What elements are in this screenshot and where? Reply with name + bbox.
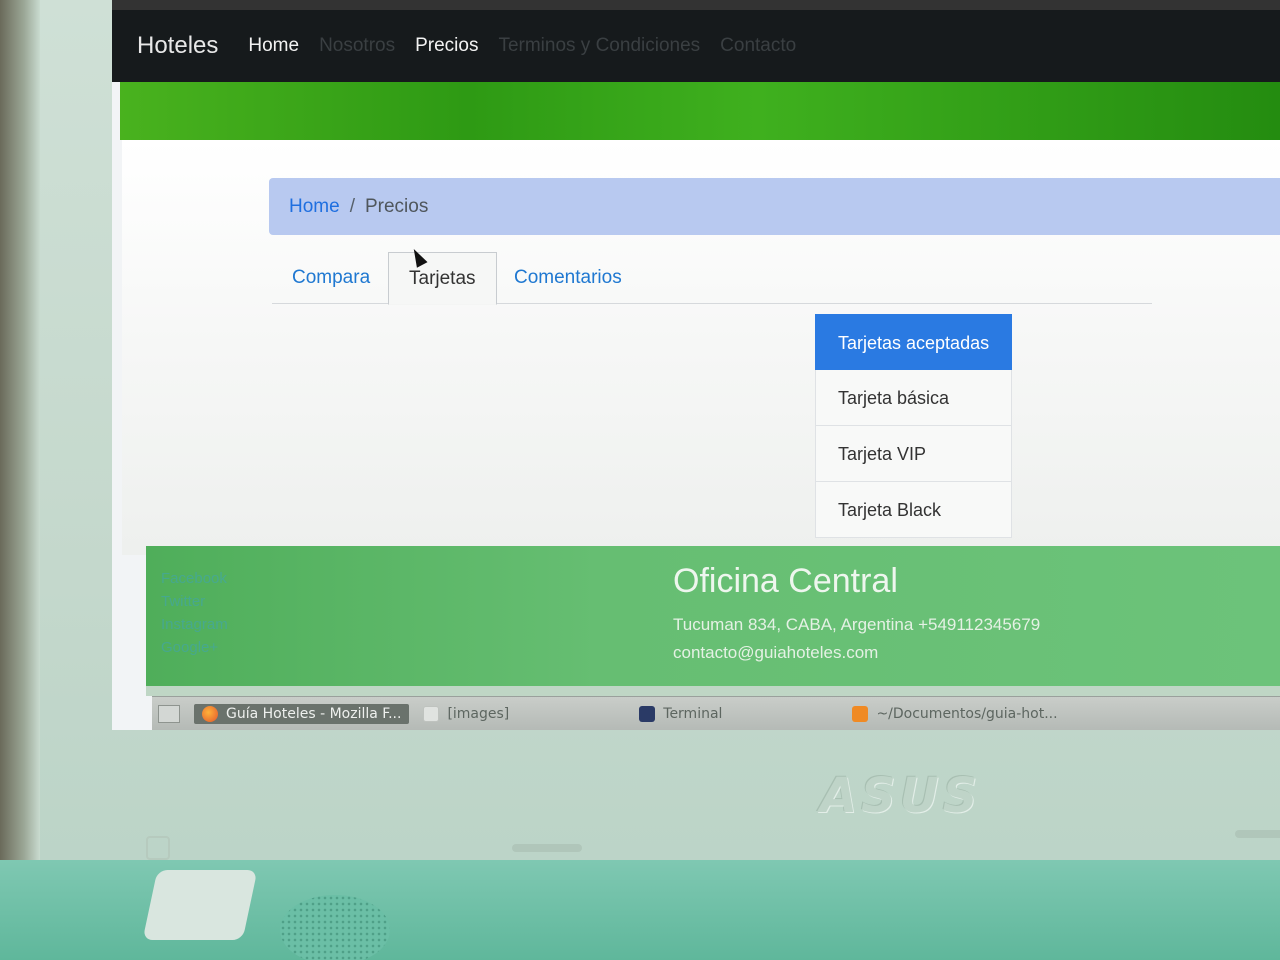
speaker-grille — [280, 895, 390, 960]
breadcrumb-current: Precios — [364, 195, 429, 217]
bezel-left-edge — [0, 0, 40, 960]
footer: Facebook Twitter Instagram Google+ Ofici… — [146, 546, 1280, 686]
laptop-brand-logo: ASUS — [820, 768, 982, 824]
tab-tarjetas[interactable]: Tarjetas — [388, 252, 497, 305]
nav-link-nosotros[interactable]: Nosotros — [319, 35, 395, 57]
taskbar-item-terminal[interactable]: Terminal — [639, 705, 723, 722]
tab-compara[interactable]: Compara — [272, 252, 390, 304]
nav-link-contacto[interactable]: Contacto — [720, 35, 796, 57]
office-email[interactable]: contacto@guiahoteles.com — [673, 643, 1040, 663]
bezel-slot-right — [1235, 830, 1280, 838]
social-link-twitter[interactable]: Twitter — [161, 593, 228, 610]
terminal-icon — [639, 705, 656, 722]
social-link-instagram[interactable]: Instagram — [161, 616, 228, 633]
list-item-tarjeta-vip[interactable]: Tarjeta VIP — [815, 426, 1012, 482]
nav-link-precios[interactable]: Precios — [415, 35, 478, 57]
app-menu-icon[interactable] — [158, 704, 180, 723]
list-item-tarjetas-aceptadas[interactable]: Tarjetas aceptadas — [815, 314, 1012, 370]
social-link-facebook[interactable]: Facebook — [161, 570, 228, 587]
social-links: Facebook Twitter Instagram Google+ — [161, 570, 228, 662]
office-title: Oficina Central — [673, 562, 898, 600]
taskbar-item-sublime[interactable]: ~/Documentos/guia-hot... — [852, 705, 1058, 722]
taskbar-item-label: Guía Hoteles - Mozilla F... — [226, 705, 402, 722]
hero-banner — [120, 82, 1280, 140]
taskbar-item-firefox[interactable]: Guía Hoteles - Mozilla F... — [194, 703, 410, 724]
folder-icon — [423, 705, 440, 722]
taskbar-item-images[interactable]: [images] — [423, 705, 510, 722]
bezel-slot — [512, 844, 582, 852]
tab-comentarios[interactable]: Comentarios — [494, 252, 642, 304]
footer-bottom-strip — [146, 686, 1280, 696]
breadcrumb-home-link[interactable]: Home — [289, 196, 340, 218]
social-link-google[interactable]: Google+ — [161, 639, 228, 656]
nav-link-home[interactable]: Home — [248, 35, 299, 57]
list-item-tarjeta-black[interactable]: Tarjeta Black — [815, 482, 1012, 538]
cards-list: Tarjetas aceptadas Tarjeta básica Tarjet… — [815, 314, 1012, 538]
breadcrumb: Home / Precios — [269, 178, 1280, 235]
nav-link-terminos[interactable]: Terminos y Condiciones — [498, 35, 700, 57]
navbar-brand[interactable]: Hoteles — [137, 32, 218, 60]
taskbar-item-label: ~/Documentos/guia-hot... — [876, 705, 1058, 722]
tabs-bar: Compara Tarjetas Comentarios — [272, 252, 1152, 305]
sublime-icon — [852, 705, 869, 722]
laptop-screen: Hoteles Home Nosotros Precios Terminos y… — [112, 0, 1280, 730]
hinge-notch — [142, 870, 258, 940]
office-info: Oficina Central Tucuman 834, CABA, Argen… — [673, 562, 1040, 671]
taskbar-item-label: [images] — [447, 705, 510, 722]
list-item-tarjeta-basica[interactable]: Tarjeta básica — [815, 370, 1012, 426]
office-address: Tucuman 834, CABA, Argentina +5491123456… — [673, 615, 1041, 634]
taskbar: Guía Hoteles - Mozilla F... [images] Ter… — [152, 696, 1280, 730]
bezel-indicator — [146, 836, 170, 860]
firefox-icon — [202, 705, 218, 722]
navbar: Hoteles Home Nosotros Precios Terminos y… — [112, 10, 1280, 82]
breadcrumb-separator: / — [349, 195, 355, 217]
taskbar-item-label: Terminal — [663, 705, 723, 722]
